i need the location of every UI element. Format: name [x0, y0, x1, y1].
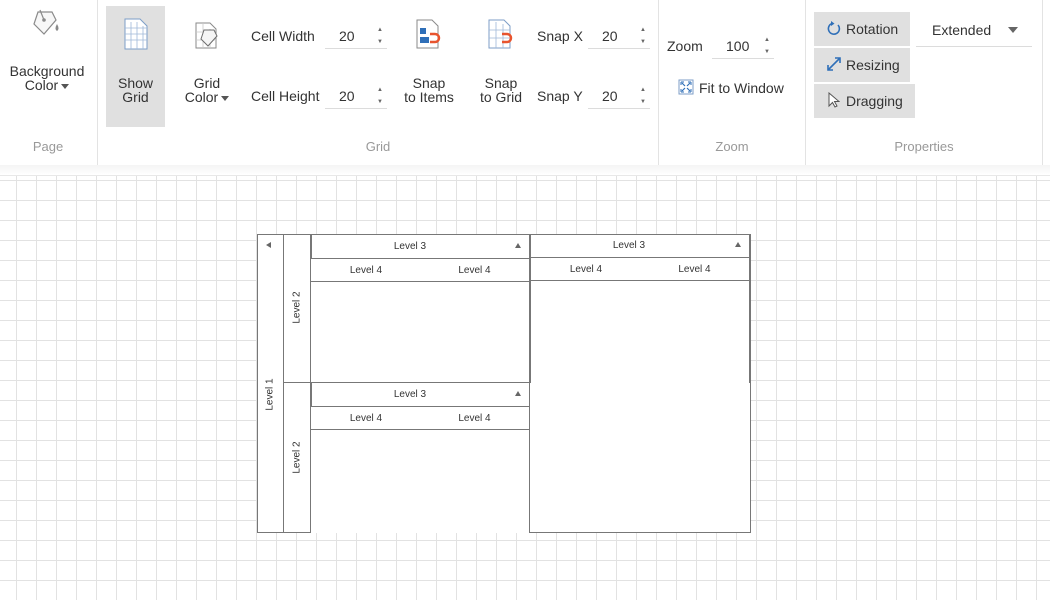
- group-label-zoom: Zoom: [715, 139, 749, 154]
- level3-header: Level 3: [393, 241, 427, 252]
- snap-to-items-icon: [416, 19, 441, 49]
- interaction-mode-dropdown[interactable]: Extended: [916, 14, 1032, 47]
- snap-x-label: Snap X: [537, 28, 583, 44]
- collapse-up-icon[interactable]: [735, 242, 741, 247]
- interaction-mode-value: Extended: [932, 22, 992, 38]
- level4-column[interactable]: [311, 406, 421, 533]
- level4-column[interactable]: [420, 406, 529, 533]
- snap-y-spinner[interactable]: 20 ▲ ▼: [588, 84, 650, 109]
- show-grid-label-2: Grid: [122, 89, 149, 105]
- zoom-label: Zoom: [667, 38, 703, 54]
- fit-to-window-label: Fit to Window: [699, 80, 784, 96]
- spin-up-icon[interactable]: ▲: [640, 87, 646, 93]
- level3-header: Level 3: [393, 389, 427, 400]
- paint-bucket-icon: [33, 9, 59, 35]
- spin-down-icon[interactable]: ▼: [764, 49, 770, 55]
- group-divider: [1042, 0, 1043, 165]
- show-grid-button[interactable]: Show Grid: [106, 6, 165, 127]
- cell-height-spinner[interactable]: 20 ▲ ▼: [325, 84, 387, 109]
- level1-label: Level 1: [264, 378, 276, 411]
- snap-to-items-button[interactable]: Snap to Items: [396, 6, 462, 127]
- chevron-down-icon[interactable]: [1008, 27, 1018, 33]
- rotation-toggle[interactable]: Rotation: [814, 12, 910, 46]
- snap-x-value[interactable]: 20: [602, 28, 618, 44]
- cell-width-spinner[interactable]: 20 ▲ ▼: [325, 24, 387, 49]
- group-label-page: Page: [32, 139, 64, 154]
- snap-to-grid-button[interactable]: Snap to Grid: [470, 6, 532, 127]
- fit-to-window-icon: [678, 79, 694, 95]
- diagram-canvas[interactable]: Level 1 Level 2 Level 2 Level 3 Level 4 …: [0, 175, 1050, 600]
- resizing-toggle[interactable]: Resizing: [814, 48, 910, 82]
- level4-header: Level 4: [569, 264, 603, 275]
- spin-down-icon[interactable]: ▼: [640, 39, 646, 45]
- collapse-up-icon[interactable]: [515, 243, 521, 248]
- level4-column[interactable]: [420, 258, 529, 383]
- spin-up-icon[interactable]: ▲: [377, 27, 383, 33]
- group-label-properties: Properties: [894, 139, 954, 154]
- ribbon-shadow: [0, 165, 1050, 175]
- level2-top-label: Level 2: [291, 291, 303, 324]
- level2-bottom-label: Level 2: [291, 441, 303, 474]
- level3-header: Level 3: [612, 240, 646, 251]
- chevron-down-icon: [221, 95, 230, 101]
- background-color-label-2: Color: [24, 77, 59, 93]
- snap-y-label: Snap Y: [537, 88, 583, 104]
- snap-to-items-label-1: Snap: [412, 75, 446, 91]
- snap-to-grid-label-2: to Grid: [479, 89, 522, 105]
- grid-color-icon: [195, 22, 218, 49]
- spin-up-icon[interactable]: ▲: [640, 27, 646, 33]
- dragging-label: Dragging: [846, 93, 903, 109]
- level4-column[interactable]: [311, 258, 421, 383]
- grid-color-label-1: Grid: [193, 75, 221, 91]
- resize-icon: [827, 57, 841, 71]
- grid-color-label-2: Color: [184, 89, 219, 105]
- spin-down-icon[interactable]: ▼: [377, 99, 383, 105]
- collapse-up-icon[interactable]: [515, 391, 521, 396]
- cell-height-value[interactable]: 20: [339, 88, 355, 104]
- snap-to-items-label-2: to Items: [404, 89, 454, 105]
- level4-header-divider: [311, 281, 529, 282]
- resizing-label: Resizing: [846, 57, 900, 73]
- grid-color-button[interactable]: Grid Color: [174, 6, 240, 127]
- rotate-icon: [827, 21, 841, 35]
- spin-down-icon[interactable]: ▼: [377, 39, 383, 45]
- collapse-left-icon[interactable]: [266, 242, 271, 248]
- spin-down-icon[interactable]: ▼: [640, 99, 646, 105]
- snap-to-grid-icon: [488, 19, 513, 49]
- level4-header: Level 4: [349, 265, 383, 276]
- level4-header: Level 4: [678, 264, 711, 275]
- snap-y-value[interactable]: 20: [602, 88, 618, 104]
- snap-x-spinner[interactable]: 20 ▲ ▼: [588, 24, 650, 49]
- level4-header-divider: [531, 280, 749, 281]
- level4-column[interactable]: [640, 257, 749, 383]
- level4-header-divider: [311, 429, 529, 430]
- level4-header: Level 4: [458, 265, 491, 276]
- rotation-label: Rotation: [846, 21, 899, 37]
- spin-up-icon[interactable]: ▲: [764, 37, 770, 43]
- background-color-button[interactable]: Background Color: [4, 4, 90, 96]
- cell-width-value[interactable]: 20: [339, 28, 355, 44]
- zoom-value[interactable]: 100: [726, 38, 749, 54]
- level4-header: Level 4: [349, 413, 383, 424]
- dragging-toggle[interactable]: Dragging: [814, 84, 915, 118]
- zoom-spinner[interactable]: 100 ▲ ▼: [712, 34, 774, 59]
- snap-to-grid-label-1: Snap: [484, 75, 518, 91]
- group-label-grid: Grid: [365, 139, 391, 154]
- ribbon-toolbar: Background Color Page Show Grid Grid Col…: [0, 0, 1050, 165]
- spin-up-icon[interactable]: ▲: [377, 87, 383, 93]
- show-grid-label-1: Show: [117, 75, 154, 91]
- cell-height-label: Cell Height: [251, 88, 320, 104]
- level4-header: Level 4: [458, 413, 491, 424]
- fit-to-window-button[interactable]: Fit to Window: [676, 76, 794, 98]
- cursor-icon: [828, 92, 840, 108]
- chevron-down-icon: [61, 83, 70, 89]
- grid-page-icon: [124, 18, 147, 50]
- cell-width-label: Cell Width: [251, 28, 315, 44]
- level4-column[interactable]: [531, 257, 641, 383]
